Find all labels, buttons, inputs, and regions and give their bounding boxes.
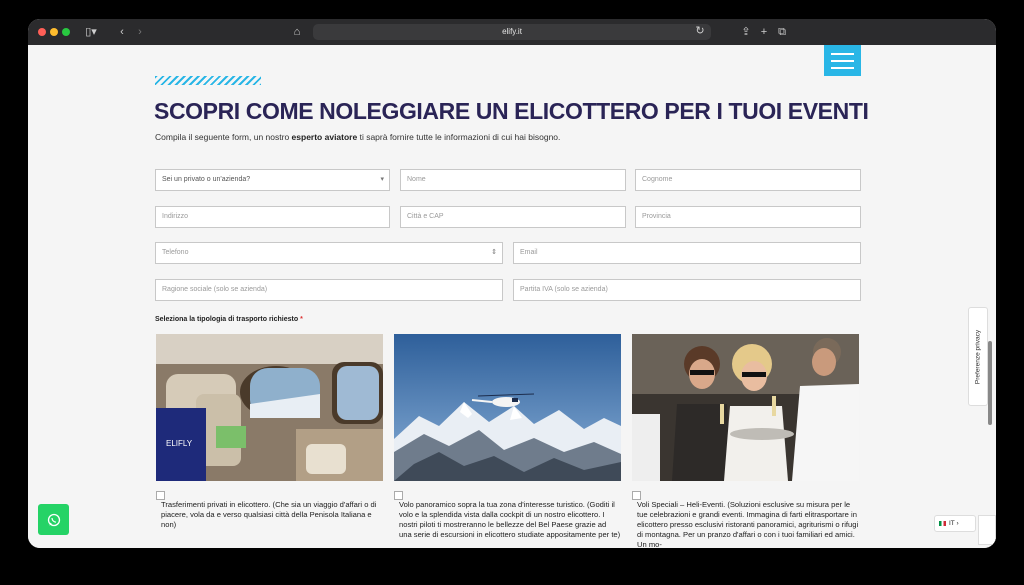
checkbox-private-transfer[interactable] xyxy=(156,491,165,500)
chevron-right-icon: › xyxy=(956,520,959,527)
checkbox-panoramic-flight[interactable] xyxy=(394,491,403,500)
reload-icon[interactable]: ↻ xyxy=(694,24,706,38)
decorative-stripes xyxy=(155,76,261,85)
card-text-special-events: Voli Speciali – Heli-Eventi. (Soluzioni … xyxy=(637,500,859,548)
maximize-window-button[interactable] xyxy=(62,28,70,36)
customer-type-select[interactable]: Sei un privato o un'azienda? ▾ xyxy=(155,169,390,191)
minimize-window-button[interactable] xyxy=(50,28,58,36)
language-selector[interactable]: IT › xyxy=(934,515,976,532)
city-cap-field[interactable]: Città e CAP xyxy=(400,206,626,228)
whatsapp-icon xyxy=(47,513,60,526)
phone-field[interactable]: Telefono ⇕ xyxy=(155,242,503,264)
sidebar-toggle-icon[interactable]: ▯▾ xyxy=(80,25,102,39)
home-icon[interactable]: ⌂ xyxy=(290,25,304,39)
page-content: SCOPRI COME NOLEGGIARE UN ELICOTTERO PER… xyxy=(28,45,996,548)
page-subtitle: Compila il seguente form, un nostro espe… xyxy=(155,132,561,142)
transport-type-label: Seleziona la tipologia di trasporto rich… xyxy=(155,316,303,323)
vat-number-field[interactable]: Partita IVA (solo se azienda) xyxy=(513,279,861,301)
email-field[interactable]: Email xyxy=(513,242,861,264)
company-name-field[interactable]: Ragione sociale (solo se azienda) xyxy=(155,279,503,301)
card-text-panoramic-flight: Volo panoramico sopra la tua zona d'inte… xyxy=(399,500,621,539)
close-window-button[interactable] xyxy=(38,28,46,36)
privacy-preferences-tab[interactable]: Preferenze privacy xyxy=(968,307,988,406)
italy-flag-icon xyxy=(939,520,946,526)
back-icon[interactable]: ‹ xyxy=(116,25,128,39)
browser-titlebar: ▯▾ ‹ › ⌂ elify.it ↻ ⇪ + ⧉ xyxy=(28,19,996,45)
hamburger-icon xyxy=(831,52,854,55)
new-tab-icon[interactable]: + xyxy=(758,25,770,39)
page-title: SCOPRI COME NOLEGGIARE UN ELICOTTERO PER… xyxy=(154,98,869,124)
card-text-private-transfer: Trasferimenti privati in elicottero. (Ch… xyxy=(161,500,377,529)
chevron-down-icon: ▾ xyxy=(380,176,384,183)
hamburger-menu-button[interactable] xyxy=(824,45,861,76)
first-name-field[interactable]: Nome xyxy=(400,169,626,191)
province-field[interactable]: Provincia xyxy=(635,206,861,228)
whatsapp-button[interactable] xyxy=(38,504,69,535)
address-field[interactable]: Indirizzo xyxy=(155,206,390,228)
forward-icon[interactable]: › xyxy=(134,25,146,39)
address-bar[interactable]: elify.it xyxy=(313,24,711,40)
recaptcha-badge[interactable] xyxy=(978,515,996,545)
card-image-panoramic-flight[interactable] xyxy=(394,334,621,481)
tabs-overview-icon[interactable]: ⧉ xyxy=(776,25,788,39)
stepper-icon: ⇕ xyxy=(491,249,497,256)
checkbox-special-events[interactable] xyxy=(632,491,641,500)
browser-window: ▯▾ ‹ › ⌂ elify.it ↻ ⇪ + ⧉ SCOPRI COME NO… xyxy=(28,19,996,548)
card-image-private-transfer[interactable]: ELIFLY xyxy=(156,334,383,481)
page-scrollbar[interactable] xyxy=(988,341,992,425)
last-name-field[interactable]: Cognome xyxy=(635,169,861,191)
svg-text:ELIFLY: ELIFLY xyxy=(166,439,193,448)
card-image-special-events[interactable] xyxy=(632,334,859,481)
share-icon[interactable]: ⇪ xyxy=(740,25,752,39)
